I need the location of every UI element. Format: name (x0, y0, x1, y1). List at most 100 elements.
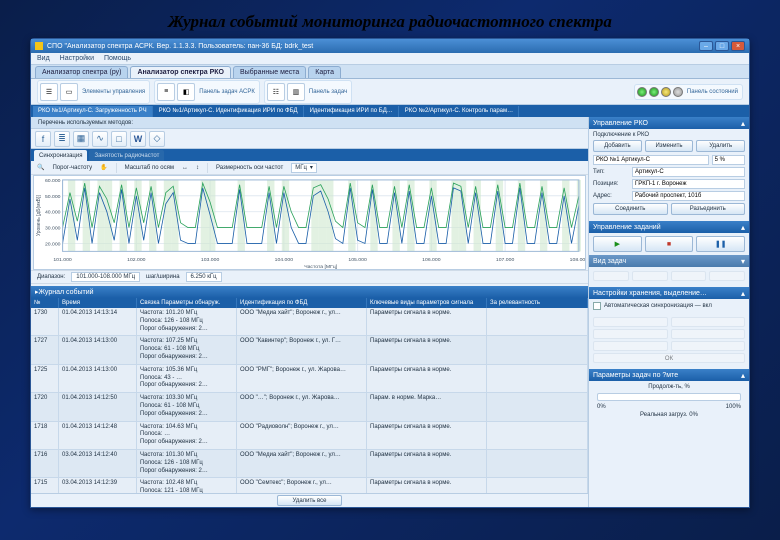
chart-hand-icon[interactable]: ✋ (100, 164, 107, 171)
menu-settings[interactable]: Настройки (60, 55, 94, 62)
events-table: № Время Связка Параметры обнаруж. Иденти… (31, 298, 588, 493)
window-title: СПО "Анализатор спектра АСРК. Вер. 1.1.3… (47, 43, 699, 50)
assign-header[interactable]: Вид задач▾ (589, 255, 749, 267)
doc-tabs: Анализатор спектра (ру) Анализатор спект… (31, 65, 749, 79)
table-row[interactable]: 171603.04.2013 14:12:40Частота: 101.30 М… (31, 450, 588, 478)
svg-text:Частота [МГц]: Частота [МГц] (304, 264, 338, 269)
tool-btn-6[interactable]: ▥ (287, 83, 305, 101)
tasks-header[interactable]: Управление заданий▴ (589, 221, 749, 233)
method-btn-wave[interactable]: ∿ (92, 131, 108, 147)
svg-text:108.000: 108.000 (570, 257, 585, 263)
svg-text:50.000: 50.000 (45, 194, 61, 200)
svg-text:104.000: 104.000 (275, 257, 294, 263)
disconnect-button[interactable]: Разъединить (671, 203, 746, 215)
status-light-4 (673, 87, 683, 97)
tab-analyzer-ru[interactable]: Анализатор спектра (ру) (35, 66, 128, 78)
table-row[interactable]: 172001.04.2013 14:12:50Частота: 103.30 М… (31, 393, 588, 421)
methods-header: Перечень используемых методов: (31, 117, 588, 129)
range-input[interactable]: 101.000-108.000 МГц (71, 272, 140, 282)
table-row[interactable]: 171503.04.2013 14:12:39Частота: 102.48 М… (31, 478, 588, 493)
svg-text:103.000: 103.000 (201, 257, 220, 263)
stop-button[interactable]: ■ (645, 236, 694, 252)
chart-zoom-icon[interactable]: 🔍 (37, 164, 44, 171)
method-btn-doc[interactable]: □ (111, 131, 127, 147)
add-button[interactable]: Добавить (593, 140, 642, 152)
status-light-3 (661, 87, 671, 97)
menu-view[interactable]: Вид (37, 55, 50, 62)
freq-unit-select[interactable]: МГц▾ (291, 163, 317, 173)
duration-slider[interactable] (597, 393, 741, 401)
chart-toolbar: 🔍 Порог-частоту ✋ Масштаб по осям ↔ ↕ Ра… (31, 161, 588, 175)
rko-mgmt-header[interactable]: Управление РКО▴ (589, 117, 749, 129)
svg-text:Уровень [дБ(мкВ)]: Уровень [дБ(мкВ)] (36, 195, 42, 237)
titlebar: СПО "Анализатор спектра АСРК. Вер. 1.1.3… (31, 39, 749, 53)
step-input[interactable]: 6.250 кГц (186, 272, 222, 282)
svg-text:106.000: 106.000 (422, 257, 441, 263)
delete-button[interactable]: Удалить (696, 140, 745, 152)
tab-analyzer-rko[interactable]: Анализатор спектра РКО (130, 66, 231, 78)
close-button[interactable]: × (731, 41, 745, 51)
tool-group-tasks: ☷ ▥ Панель задач (264, 80, 352, 104)
edit-button[interactable]: Изменить (645, 140, 694, 152)
status-lights: Панель состояний (634, 84, 743, 100)
tool-btn-1[interactable]: ☰ (40, 83, 58, 101)
tab-selected-places[interactable]: Выбранные места (233, 66, 306, 78)
subtab-1[interactable]: РКО №1/Артикул-С. Идентификация ИРИ по Ф… (154, 106, 304, 117)
inner-tabs: Синхронизация Занятость радиочастот (31, 149, 588, 161)
left-pane: Перечень используемых методов: f ≣ ▦ ∿ □… (31, 117, 589, 507)
events-footer: Удалить все (31, 493, 588, 507)
menu-help[interactable]: Помощь (104, 55, 131, 62)
storage-header[interactable]: Настройки хранения, выделение…▴ (589, 287, 749, 299)
svg-text:105.000: 105.000 (348, 257, 367, 263)
subtab-3[interactable]: РКО №2/Артикул-С. Контроль парам… (400, 106, 519, 117)
tool-btn-3[interactable]: ≡ (157, 83, 175, 101)
table-row[interactable]: 172701.04.2013 14:13:00Частота: 107.25 М… (31, 336, 588, 364)
play-controls: ▶ ■ ❚❚ (589, 233, 749, 255)
svg-text:102.000: 102.000 (127, 257, 146, 263)
menubar: Вид Настройки Помощь (31, 53, 749, 65)
method-btn-word[interactable]: W (130, 131, 146, 147)
chart-axis-x-icon[interactable]: ↔ (182, 165, 188, 171)
subtab-2[interactable]: Идентификация ИРИ по БД… (305, 106, 399, 117)
autosync-checkbox[interactable] (593, 302, 601, 310)
app-icon (35, 42, 43, 50)
maximize-button[interactable]: □ (715, 41, 729, 51)
pause-button[interactable]: ❚❚ (696, 236, 745, 252)
tab-map[interactable]: Карта (308, 66, 341, 78)
status-light-2 (649, 87, 659, 97)
range-bar: Диапазон: 101.000-108.000 МГц шаг/ширина… (31, 270, 588, 284)
svg-text:107.000: 107.000 (496, 257, 515, 263)
connect-button[interactable]: Соединить (593, 203, 668, 215)
device-select[interactable]: РКО №1 Артикул-С (593, 155, 709, 165)
inner-tab-occupancy[interactable]: Занятость радиочастот (89, 150, 164, 161)
tool-btn-2[interactable]: ▭ (60, 83, 78, 101)
subtab-0[interactable]: РКО №1/Артикул-С. Загруженность РЧ (33, 106, 153, 117)
methods-toolbar: f ≣ ▦ ∿ □ W ◇ (31, 129, 588, 149)
spectrum-chart[interactable]: 101.000102.000103.000104.000105.000106.0… (33, 175, 586, 270)
minimize-button[interactable]: – (699, 41, 713, 51)
svg-text:40.000: 40.000 (45, 210, 61, 216)
inner-tab-sync[interactable]: Синхронизация (34, 150, 87, 161)
method-btn-f[interactable]: f (35, 131, 51, 147)
chart-axis-y-icon[interactable]: ↕ (196, 165, 199, 171)
tool-group-acrk: ≡ ◧ Панель задач АСРК (154, 80, 260, 104)
table-row[interactable]: 171801.04.2013 14:12:48Частота: 104.63 М… (31, 422, 588, 450)
svg-text:20.000: 20.000 (45, 241, 61, 247)
params-header[interactable]: Параметры задач по ?мте▴ (589, 369, 749, 381)
delete-all-button[interactable]: Удалить все (277, 495, 341, 506)
method-btn-chart[interactable]: ▦ (73, 131, 89, 147)
table-row[interactable]: 172501.04.2013 14:13:00Частота: 105.36 М… (31, 365, 588, 393)
tool-btn-5[interactable]: ☷ (267, 83, 285, 101)
collapse-icon: ▴ (741, 119, 745, 128)
events-head: № Время Связка Параметры обнаруж. Иденти… (31, 298, 588, 308)
tool-group-controls: ☰ ▭ Элементы управления (37, 80, 150, 104)
main-toolbar: ☰ ▭ Элементы управления ≡ ◧ Панель задач… (31, 79, 749, 105)
ok-button[interactable]: ОК (593, 353, 745, 363)
tool-btn-4[interactable]: ◧ (177, 83, 195, 101)
method-btn-x[interactable]: ◇ (149, 131, 165, 147)
events-header: ▸ Журнал событий (31, 286, 588, 298)
table-row[interactable]: 173001.04.2013 14:13:14Частота: 101.20 М… (31, 308, 588, 336)
play-button[interactable]: ▶ (593, 236, 642, 252)
autosync-row[interactable]: Автоматическая синхронизация — вкл (589, 299, 749, 313)
method-btn-db[interactable]: ≣ (54, 131, 70, 147)
